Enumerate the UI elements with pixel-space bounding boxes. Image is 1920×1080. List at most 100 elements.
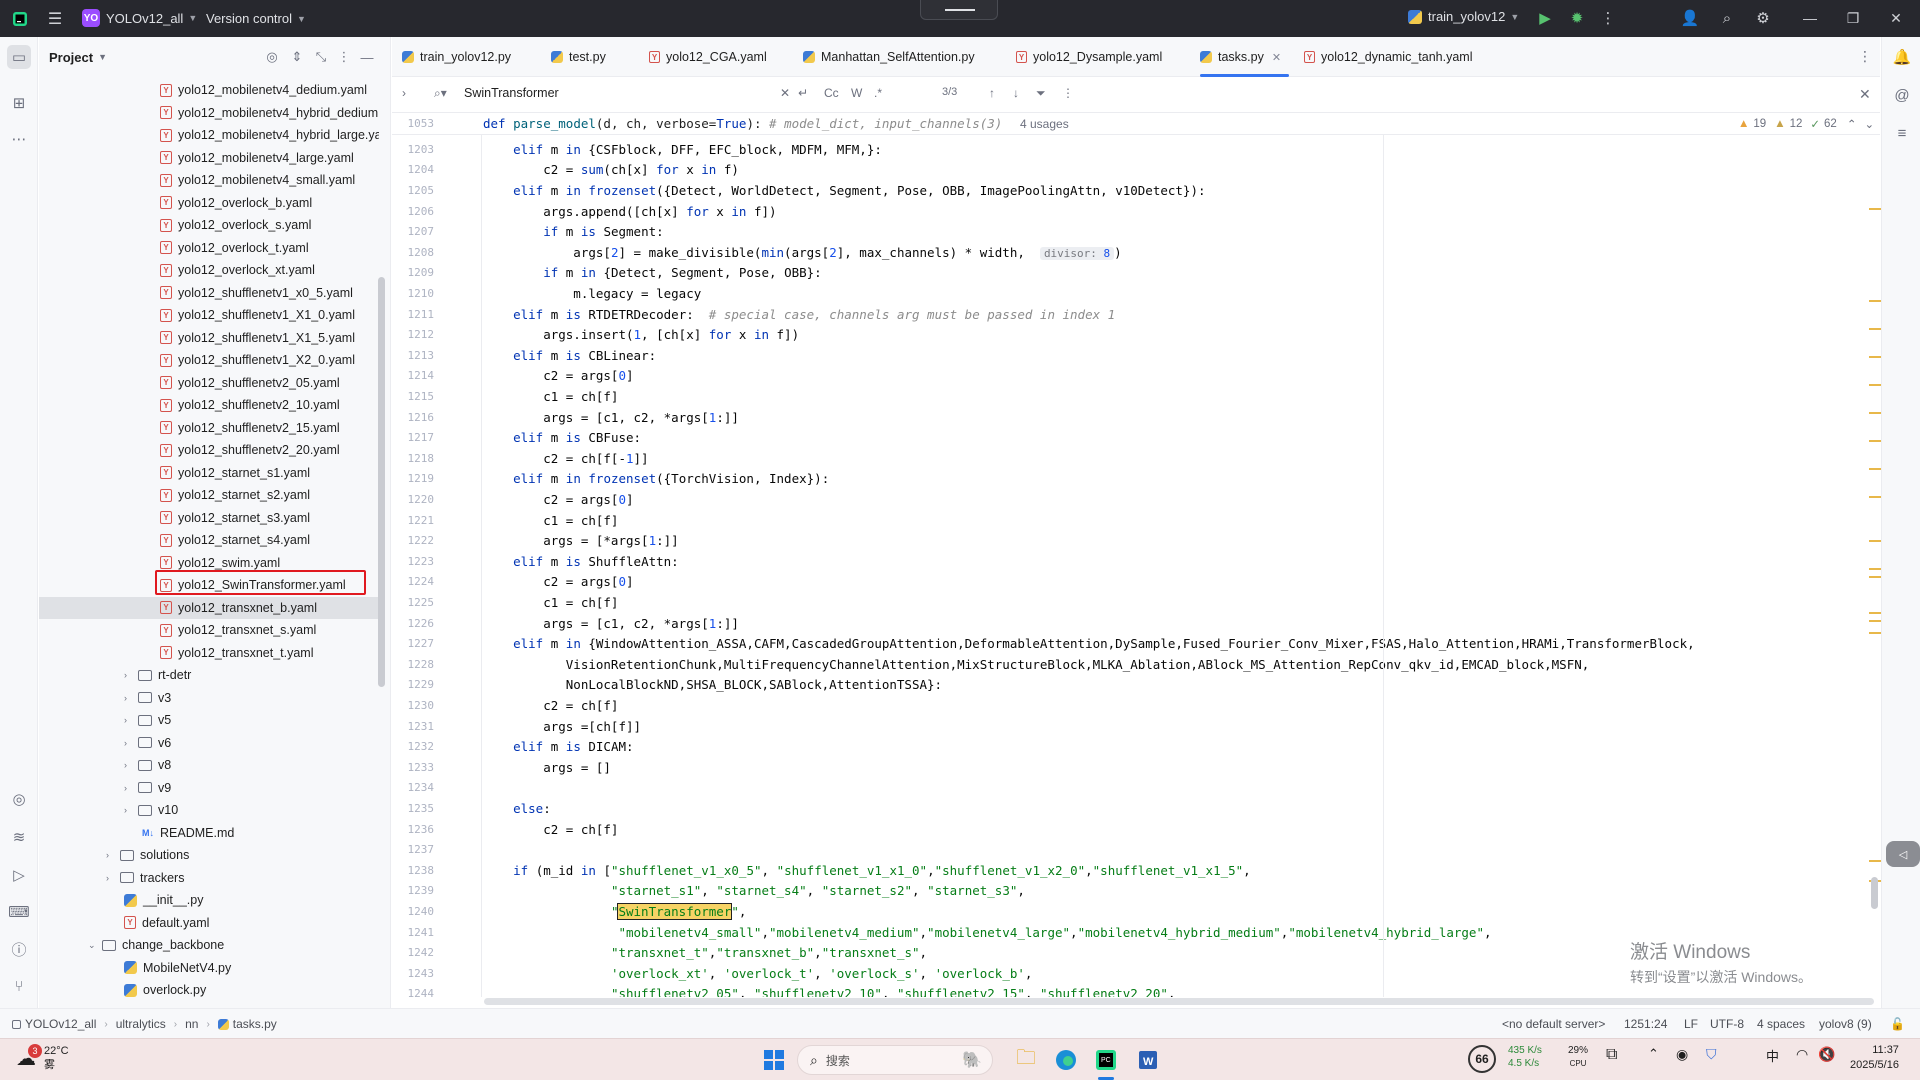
tree-item[interactable]: › solutions (39, 844, 379, 867)
scroll-marker[interactable] (1869, 384, 1881, 386)
code-line[interactable]: 1222 args = [*args[1:]] (392, 530, 1872, 551)
close-find-icon[interactable]: ✕ (1859, 86, 1871, 103)
breadcrumb-item[interactable]: ultralytics (116, 1017, 166, 1031)
scroll-marker[interactable] (1869, 356, 1881, 358)
tree-item[interactable]: Yyolo12_mobilenetv4_hybrid_large.yaml (39, 124, 379, 147)
code-line[interactable]: 1235 else: (392, 798, 1872, 819)
code-line[interactable]: 1203 elif m in {CSFblock, DFF, EFC_block… (392, 139, 1872, 160)
tree-item[interactable]: Yyolo12_starnet_s2.yaml (39, 484, 379, 507)
code-line[interactable]: 1228 VisionRetentionChunk,MultiFrequency… (392, 654, 1872, 675)
chevron-right-icon[interactable]: › (124, 760, 138, 770)
code-line[interactable]: 1214 c2 = args[0] (392, 366, 1872, 387)
editor-scrollbar-thumb[interactable] (1871, 877, 1878, 909)
code-line[interactable]: 1240 "SwinTransformer", (392, 901, 1872, 922)
code-line[interactable]: 1224 c2 = args[0] (392, 572, 1872, 593)
tree-item[interactable]: Yyolo12_mobilenetv4_large.yaml (39, 147, 379, 170)
tree-item[interactable]: Yyolo12_shufflenetv1_X1_0.yaml (39, 304, 379, 327)
expand-all-icon[interactable]: ⇕ (289, 49, 305, 65)
hide-panel-icon[interactable]: — (359, 49, 375, 65)
security-shield-icon[interactable]: ⛉ (1706, 1046, 1717, 1063)
find-more-icon[interactable]: ⋮ (1062, 86, 1074, 100)
tree-item[interactable]: Yyolo12_transxnet_b.yaml (39, 596, 379, 619)
tree-item[interactable]: Yyolo12_transxnet_t.yaml (39, 642, 379, 665)
code-line[interactable]: 1207 if m is Segment: (392, 221, 1872, 242)
settings-gear-icon[interactable]: ⚙ (1753, 8, 1773, 28)
tree-item[interactable]: Yyolo12_overlock_b.yaml (39, 192, 379, 215)
code-line[interactable]: 1206 args.append([ch[x] for x in f]) (392, 201, 1872, 222)
layers-icon[interactable]: ≋ (7, 825, 31, 849)
previous-match-icon[interactable]: ↑ (989, 86, 995, 100)
code-line[interactable]: 1232 elif m is DICAM: (392, 736, 1872, 757)
tree-scrollbar[interactable] (378, 277, 385, 687)
tree-item[interactable]: › v9 (39, 777, 379, 800)
scroll-marker[interactable] (1869, 468, 1881, 470)
caret-position[interactable]: 1251:24 (1624, 1017, 1667, 1031)
structure-icon[interactable]: ⊞ (7, 91, 31, 115)
scroll-marker[interactable] (1869, 412, 1881, 414)
problems-icon[interactable]: ⓘ (7, 937, 31, 961)
code-line[interactable]: 1229 NonLocalBlockND,SHSA_BLOCK,SABlock,… (392, 675, 1872, 696)
performance-badge[interactable]: 66 (1468, 1045, 1496, 1073)
tree-item[interactable]: › v6 (39, 732, 379, 755)
editor-tab[interactable]: Manhattan_SelfAttention.py (803, 37, 975, 77)
chevron-right-icon[interactable]: › (124, 670, 138, 680)
next-highlight-icon[interactable]: ⌄ (1864, 117, 1874, 131)
project-folder-icon[interactable]: ▭ (7, 45, 31, 69)
input-method-indicator[interactable]: 中 (1766, 1046, 1779, 1065)
window-drag-handle[interactable] (920, 0, 998, 20)
search-options-icon[interactable]: ⌕▾ (434, 86, 447, 101)
tree-item[interactable]: Yyolo12_starnet_s3.yaml (39, 507, 379, 530)
code-line[interactable]: 1210 m.legacy = legacy (392, 283, 1872, 304)
code-line[interactable]: 1230 c2 = ch[f] (392, 695, 1872, 716)
tree-item[interactable]: › v10 (39, 799, 379, 822)
tree-item[interactable]: overlock.py (39, 979, 379, 1002)
tree-item[interactable]: Yyolo12_shufflenetv1_X2_0.yaml (39, 349, 379, 372)
word-icon[interactable]: W (1134, 1046, 1162, 1074)
editor-tab[interactable]: train_yolov12.py (402, 37, 511, 77)
tree-item[interactable]: Ydefault.yaml (39, 912, 379, 935)
tree-item[interactable]: › v3 (39, 687, 379, 710)
pycharm-taskbar-icon[interactable]: PC (1092, 1046, 1120, 1074)
clock[interactable]: 11:37 2025/5/16 (1850, 1043, 1899, 1073)
code-editor[interactable]: 1203 elif m in {CSFblock, DFF, EFC_block… (392, 135, 1880, 997)
chevron-down-icon[interactable]: ⌄ (88, 940, 102, 951)
code-line[interactable]: 1217 elif m is CBFuse: (392, 427, 1872, 448)
find-input[interactable]: SwinTransformer (464, 86, 559, 100)
run-icon[interactable]: ▶ (1535, 8, 1555, 28)
code-line[interactable]: 1212 args.insert(1, [ch[x] for x in f]) (392, 324, 1872, 345)
code-line[interactable]: 1221 c1 = ch[f] (392, 510, 1872, 531)
editor-tab[interactable]: Yyolo12_CGA.yaml (649, 37, 767, 77)
close-window-icon[interactable]: ✕ (1886, 8, 1906, 28)
code-line[interactable]: 1208 args[2] = make_divisible(min(args[2… (392, 242, 1872, 263)
services-icon[interactable]: ▷ (7, 863, 31, 887)
chevron-right-icon[interactable]: › (402, 86, 406, 100)
previous-highlight-icon[interactable]: ⌃ (1847, 117, 1857, 131)
chevron-right-icon[interactable]: › (124, 738, 138, 748)
editor-tab[interactable]: Yyolo12_Dysample.yaml (1016, 37, 1162, 77)
breadcrumb-item[interactable]: YOLOv12_all (12, 1017, 96, 1031)
project-switcher[interactable]: YO YOLOv12_all ▼ (82, 9, 197, 27)
tree-item[interactable]: › v8 (39, 754, 379, 777)
next-match-icon[interactable]: ↓ (1013, 86, 1019, 100)
code-line[interactable]: 1237 (392, 839, 1872, 860)
tree-item[interactable]: Yyolo12_starnet_s1.yaml (39, 462, 379, 485)
lock-icon[interactable]: 🔓 (1890, 1017, 1905, 1031)
file-explorer-icon[interactable]: 🗀 (1012, 1046, 1040, 1074)
weather-widget[interactable]: ☁ 3 22°C 雾 (16, 1043, 69, 1072)
taskbar-search-box[interactable]: ⌕ 搜索 🐘 (797, 1045, 993, 1075)
more-actions-icon[interactable]: ⋮ (1598, 8, 1618, 28)
code-line[interactable]: 1209 if m in {Detect, Segment, Pose, OBB… (392, 263, 1872, 284)
sticky-header-line[interactable]: 1053 def parse_model(d, ch, verbose=True… (392, 113, 1880, 135)
collapse-side-panel-icon[interactable]: ◁ (1886, 841, 1920, 867)
code-line[interactable]: 1219 elif m in frozenset({TorchVision, I… (392, 469, 1872, 490)
code-line[interactable]: 1213 elif m is CBLinear: (392, 345, 1872, 366)
scroll-marker[interactable] (1869, 568, 1881, 570)
tree-item[interactable]: Yyolo12_overlock_xt.yaml (39, 259, 379, 282)
tree-item[interactable]: ⌄ change_backbone (39, 934, 379, 957)
screen-capture-icon[interactable]: ⧉ (1606, 1046, 1617, 1064)
regex-toggle[interactable]: .* (874, 86, 882, 100)
editor-tab[interactable]: tasks.py ✕ (1200, 37, 1290, 77)
code-line[interactable]: 1226 args = [c1, c2, *args[1:]] (392, 613, 1872, 634)
debug-icon[interactable]: ✹ (1567, 8, 1587, 28)
scroll-marker[interactable] (1869, 440, 1881, 442)
